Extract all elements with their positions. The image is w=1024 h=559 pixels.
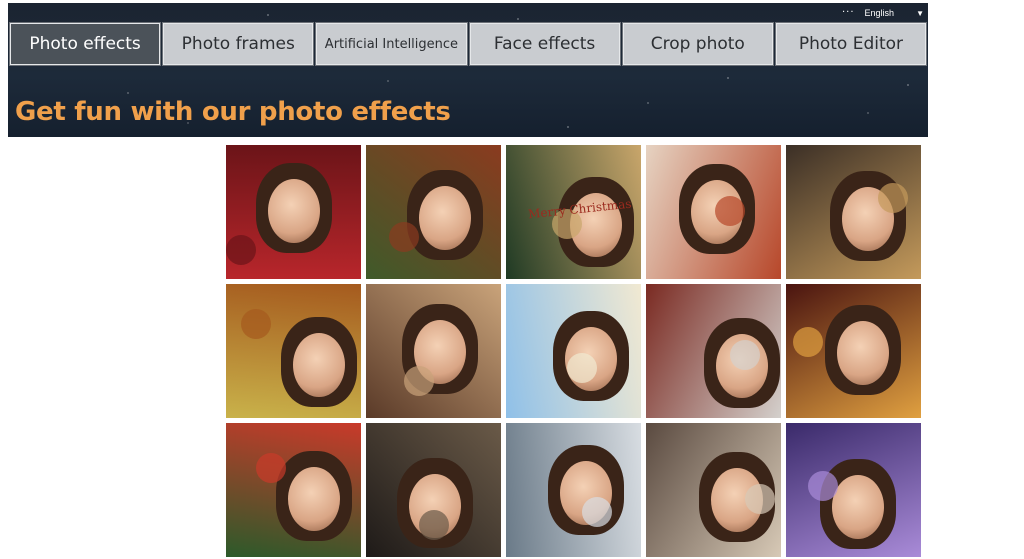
decor-accent [389,222,419,252]
purple-night-forest-tile[interactable] [786,423,921,557]
effects-gallery: Merry Christmas [226,145,921,557]
main-nav: Photo effects Photo frames Artificial In… [8,22,928,67]
tab-face-effects[interactable]: Face effects [468,22,621,66]
portrait-face [832,475,884,539]
more-dots-icon[interactable]: ··· [842,8,855,18]
decor-accent [256,453,286,483]
decor-accent [241,309,271,339]
tab-photo-frames[interactable]: Photo frames [162,22,315,66]
language-select[interactable]: English ▼ [865,8,924,18]
decor-accent [808,471,838,501]
merry-christmas-sign-tile[interactable]: Merry Christmas [506,145,641,279]
decor-accent [793,327,823,357]
santa-hat-bokeh-tile[interactable] [786,284,921,418]
language-bar: ··· English ▼ [842,5,924,21]
living-room-frame-tile[interactable] [366,284,501,418]
portrait-face [419,186,471,250]
book-rose-couple-tile[interactable] [646,284,781,418]
tab-artificial-intelligence[interactable]: Artificial Intelligence [315,22,468,66]
page-title: Get fun with our photo effects [15,97,451,127]
decor-accent [745,484,775,514]
phone-in-hands-tile[interactable] [366,423,501,557]
decor-accent [567,353,597,383]
language-selected: English [864,8,895,18]
site-header: ··· English ▼ Photo effects Photo frames… [8,3,928,137]
autumn-couple-pumpkins-tile[interactable] [226,284,361,418]
tab-photo-effects[interactable]: Photo effects [8,22,162,66]
tab-crop-photo[interactable]: Crop photo [621,22,774,66]
portrait-face [837,321,889,385]
decor-accent [419,510,449,540]
heart-frame-roses-tile[interactable] [226,145,361,279]
snowy-forest-man-tile[interactable] [506,423,641,557]
decor-accent [404,366,434,396]
christmas-ornaments-tile[interactable] [226,423,361,557]
halloween-moon-girl-tile[interactable] [786,145,921,279]
vintage-frame-portrait-tile[interactable] [646,423,781,557]
decor-accent [226,235,256,265]
beach-sky-face-tile[interactable] [506,284,641,418]
autumn-winter-girl-tile[interactable] [646,145,781,279]
chevron-down-icon: ▼ [916,8,924,18]
decor-accent [878,183,908,213]
decor-accent [715,196,745,226]
portrait-face [293,333,345,397]
decor-accent [730,340,760,370]
decor-accent [582,497,612,527]
tab-photo-editor[interactable]: Photo Editor [774,22,928,66]
christmas-pine-frame-tile[interactable] [366,145,501,279]
portrait-face [268,179,320,243]
portrait-face [288,467,340,531]
